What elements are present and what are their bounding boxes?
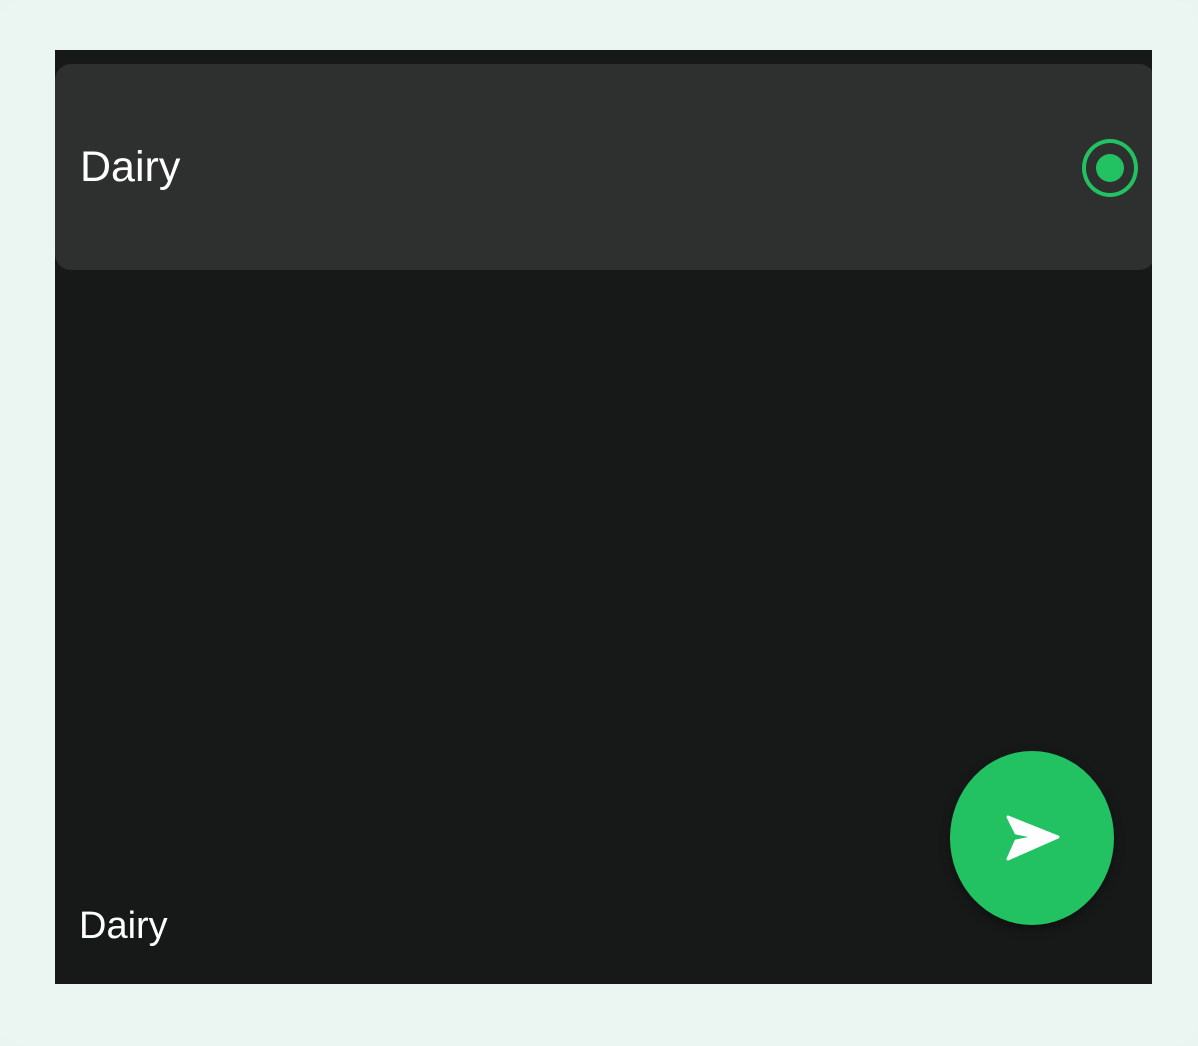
option-label: Dairy — [80, 143, 181, 191]
radio-selected-icon[interactable] — [1082, 139, 1138, 197]
device-frame: Dairy Dairy — [0, 0, 1198, 1046]
app-screen: Dairy Dairy — [55, 50, 1152, 984]
send-icon — [1006, 815, 1060, 861]
radio-dot — [1096, 154, 1124, 182]
send-button[interactable] — [950, 751, 1114, 925]
selected-summary-label: Dairy — [79, 905, 168, 947]
option-dairy[interactable]: Dairy — [55, 64, 1152, 270]
